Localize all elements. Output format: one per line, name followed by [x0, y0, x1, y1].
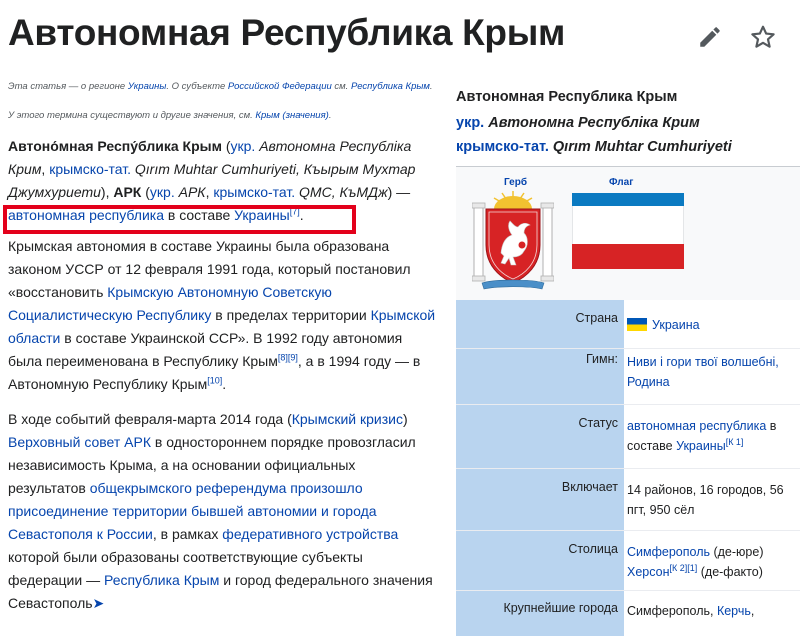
hatnote-link-russia[interactable]: Российской Федерации [228, 81, 332, 92]
hatnote-text: см. [331, 81, 351, 92]
infobox-row-country: Страна Украина [456, 300, 800, 349]
infobox-crimean-tatar-name: крымско-тат. Qırım Muhtar Cumhuriyeti [456, 139, 732, 155]
text: ) — [387, 184, 411, 200]
infobox-emblems: Герб Флаг [456, 166, 800, 300]
infobox-row-status: Статус автономная республика в составе У… [456, 405, 800, 469]
link-ukrainian-lang[interactable]: укр. [150, 184, 175, 200]
infobox-title: Автономная Республика Крым [456, 89, 678, 105]
link-simferopol[interactable]: Симферополь [627, 545, 710, 559]
text: Qırım Muhtar Cumhuriyeti [548, 139, 732, 155]
link-supreme-council[interactable]: Верховный совет АРК [8, 434, 151, 450]
link-crimean-tatar-lang[interactable]: крымско-тат. [456, 139, 549, 155]
infobox-row-anthem: Гимн: Ниви і гори твої волшебні, Родина [456, 349, 800, 405]
reference-10[interactable]: [10] [207, 375, 222, 385]
intro-paragraph: Автоно́мная Респу́блика Крым (укр. Автон… [8, 135, 436, 227]
link-republic-of-crimea[interactable]: Республика Крым [104, 572, 219, 588]
history-paragraph: Крымская автономия в составе Украины был… [8, 235, 436, 396]
pencil-icon[interactable] [697, 24, 723, 50]
read-more-arrow-icon[interactable]: ➤ [93, 595, 105, 611]
star-icon[interactable] [750, 24, 776, 50]
infobox-label: Столица [456, 531, 624, 591]
abbreviation: АРК [113, 184, 142, 200]
infobox-row-includes: Включает 14 районов, 16 городов, 56 пгт,… [456, 469, 800, 531]
article-body: Эта статья — о регионе Украины. О субъек… [8, 76, 436, 615]
text: , [750, 604, 755, 618]
link-autonomous-republic[interactable]: автономная республика [8, 207, 164, 223]
text: АРК [174, 184, 206, 200]
link-ukrainian-lang[interactable]: укр. [231, 138, 256, 154]
text: в пределах территории [211, 307, 371, 323]
link-referendum[interactable]: общекрымского референдума [90, 480, 287, 496]
coat-of-arms-caption[interactable]: Герб [504, 177, 527, 188]
text: в составе [164, 207, 235, 223]
infobox-label: Крупнейшие города [456, 591, 624, 636]
hatnote-text: . [328, 110, 332, 121]
text: (де-юре) [710, 545, 764, 559]
text: Автономна Республіка Крим [484, 115, 700, 131]
hatnote-region: Эта статья — о регионе Украины. О субъек… [8, 80, 436, 94]
hatnote-link-republic-crimea[interactable]: Республика Крым [351, 81, 430, 92]
text: ) [403, 411, 408, 427]
reference-7[interactable]: [7] [290, 206, 300, 216]
text: , в рамках [152, 526, 223, 542]
infobox-value: автономная республика в составе Украины[… [624, 405, 800, 469]
text: ( [221, 138, 231, 154]
link-ukraine[interactable]: Украины [234, 207, 290, 223]
text: ( [141, 184, 150, 200]
infobox-label: Гимн: [456, 349, 624, 405]
hatnote-text: . О субъекте [166, 81, 228, 92]
link-anthem[interactable]: Ниви і гори твої волшебні, Родина [627, 355, 779, 389]
text: Симферополь, [627, 604, 717, 618]
crisis-paragraph: В ходе событий февраля-марта 2014 года (… [8, 408, 436, 615]
text: . [222, 376, 227, 392]
reference-8[interactable]: [8] [278, 352, 288, 362]
hatnote-text: Эта статья — о регионе [8, 81, 128, 92]
link-crimean-tatar-lang[interactable]: крымско-тат. [213, 184, 295, 200]
page-title: Автономная Республика Крым [8, 12, 566, 53]
infobox-value: Ниви і гори твої волшебні, Родина [624, 349, 800, 405]
infobox: Автономная Республика Крым укр. Автономн… [456, 82, 800, 638]
link-crimean-crisis[interactable]: Крымский кризис [292, 411, 403, 427]
hatnote-link-ukraine[interactable]: Украины [128, 81, 167, 92]
article-subject: Автоно́мная Респу́блика Крым [8, 138, 222, 154]
link-ukrainian-lang[interactable]: укр. [456, 115, 484, 131]
link-kherson[interactable]: Херсон [627, 565, 670, 579]
link-crimean-tatar-lang[interactable]: крымско-тат. [49, 161, 131, 177]
link-kerch[interactable]: Керчь [717, 604, 751, 618]
infobox-row-largest-cities: Крупнейшие города Симферополь, Керчь, [456, 591, 800, 636]
coat-of-arms-image[interactable] [472, 189, 554, 293]
flag-caption[interactable]: Флаг [609, 177, 633, 188]
infobox-value: Симферополь (де-юре) Херсон[К 2][1] (де-ф… [624, 531, 800, 591]
hatnote-disambiguation: У этого термина существуют и другие знач… [8, 109, 436, 123]
text: . [299, 207, 304, 223]
text: (де-факто) [697, 565, 763, 579]
text: QMC, КъМДж [295, 184, 388, 200]
link-federal-structure[interactable]: федеративного устройства [222, 526, 398, 542]
flag-image[interactable] [572, 193, 684, 269]
page-header: Автономная Республика Крым [0, 0, 800, 70]
link-ukraine[interactable]: Украины [676, 439, 726, 453]
note-k2-ref1[interactable]: [К 2][1] [670, 563, 698, 573]
hatnote-text: . [429, 81, 433, 92]
infobox-value: 14 районов, 16 городов, 56 пгт, 950 сёл [624, 469, 800, 531]
hatnote-link-crimea-disambig[interactable]: Крым (значения) [255, 110, 328, 121]
note-k1[interactable]: [К 1] [726, 437, 744, 447]
infobox-value: Симферополь, Керчь, [624, 591, 800, 636]
ukraine-flag-icon [627, 318, 647, 331]
link-autonomous-republic[interactable]: автономная республика [627, 419, 766, 433]
text: ), [100, 184, 114, 200]
hatnote-text: У этого термина существуют и другие знач… [8, 110, 256, 121]
infobox-row-capital: Столица Симферополь (де-юре) Херсон[К 2][… [456, 531, 800, 591]
text: В ходе событий февраля-марта 2014 года ( [8, 411, 292, 427]
infobox-value: Украина [624, 300, 800, 349]
infobox-label: Статус [456, 405, 624, 469]
infobox-label: Включает [456, 469, 624, 531]
reference-9[interactable]: [9] [288, 352, 298, 362]
infobox-ukrainian-name: укр. Автономна Республіка Крим [456, 115, 700, 131]
link-country-ukraine[interactable]: Украина [652, 318, 700, 332]
infobox-label: Страна [456, 300, 624, 349]
infobox-data-rows: Страна Украина Гимн: Ниви і гори твої во… [456, 300, 800, 636]
